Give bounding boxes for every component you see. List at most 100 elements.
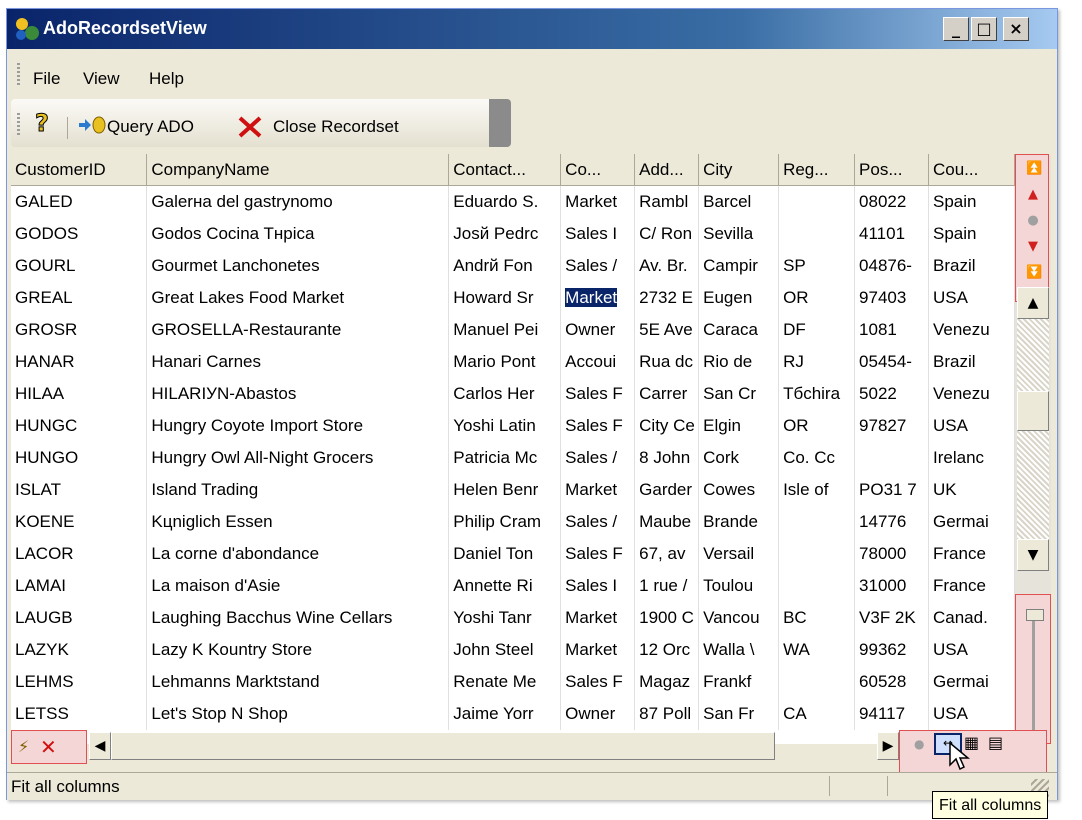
- table-cell[interactable]: PO31 7: [854, 474, 929, 506]
- recordset-grid[interactable]: CustomerID CompanyName Contact... Co... Add.…: [11, 154, 1015, 744]
- table-cell[interactable]: Garder: [634, 474, 700, 506]
- table-cell[interactable]: HILARIУN-Abastos: [146, 378, 450, 410]
- table-cell[interactable]: Great Lakes Food Market: [146, 282, 450, 314]
- table-cell[interactable]: Carlos Her: [448, 378, 562, 410]
- table-cell[interactable]: Annette Ri: [448, 570, 562, 602]
- scroll-right-button[interactable]: ▶: [877, 732, 899, 760]
- query-ado-button[interactable]: Query ADO: [107, 117, 194, 137]
- next-page-icon[interactable]: ▼: [1026, 239, 1040, 254]
- table-cell[interactable]: 05454-: [854, 346, 929, 378]
- scroll-thumb[interactable]: [1017, 391, 1049, 431]
- question-mark-icon[interactable]: ?: [33, 109, 53, 137]
- table-row[interactable]: HUNGO Hungry Owl All-Night Grocers Patrici…: [11, 442, 1015, 474]
- table-row[interactable]: GODOS Godos Cocina Tнpica Josй Pedrc Sales …: [11, 218, 1015, 250]
- table-cell[interactable]: La maison d'Asie: [146, 570, 450, 602]
- table-cell[interactable]: Hungry Owl All-Night Grocers: [146, 442, 450, 474]
- table-cell[interactable]: GOURL: [11, 250, 148, 282]
- column-header[interactable]: Co...: [560, 154, 636, 186]
- row-height-slider-panel[interactable]: [1015, 594, 1051, 744]
- table-cell[interactable]: V3F 2K: [854, 602, 929, 634]
- table-cell[interactable]: LAMAI: [11, 570, 148, 602]
- table-cell[interactable]: Let's Stop N Shop: [146, 698, 450, 730]
- table-cell[interactable]: HUNGC: [11, 410, 148, 442]
- table-cell[interactable]: 8 John: [634, 442, 700, 474]
- table-cell[interactable]: GREAL: [11, 282, 148, 314]
- column-header[interactable]: CompanyName: [146, 154, 450, 186]
- table-cell[interactable]: Sevilla: [698, 218, 780, 250]
- scroll-left-button[interactable]: ◀: [89, 732, 111, 760]
- table-cell[interactable]: Patricia Mc: [448, 442, 562, 474]
- slider-thumb[interactable]: [1026, 609, 1044, 621]
- table-cell[interactable]: LEHMS: [11, 666, 148, 698]
- table-cell[interactable]: Rambl: [634, 185, 700, 218]
- table-cell[interactable]: [778, 538, 856, 570]
- table-cell[interactable]: La corne d'abondance: [146, 538, 450, 570]
- table-cell[interactable]: San Fr: [698, 698, 780, 730]
- table-cell[interactable]: Helen Benr: [448, 474, 562, 506]
- table-cell[interactable]: Daniel Ton: [448, 538, 562, 570]
- table-cell[interactable]: Hungry Coyote Import Store: [146, 410, 450, 442]
- table-cell[interactable]: Andrй Fon: [448, 250, 562, 282]
- table-cell[interactable]: Tбchira: [778, 378, 856, 410]
- mini-query-icon[interactable]: ⚡: [18, 737, 29, 756]
- table-cell[interactable]: Isle of: [778, 474, 856, 506]
- table-cell[interactable]: 1900 C: [634, 602, 700, 634]
- table-cell[interactable]: Josй Pedrc: [448, 218, 562, 250]
- table-cell[interactable]: LACOR: [11, 538, 148, 570]
- table-cell[interactable]: [778, 185, 856, 218]
- table-cell[interactable]: OR: [778, 410, 856, 442]
- table-cell[interactable]: 97827: [854, 410, 929, 442]
- table-cell[interactable]: Manuel Pei: [448, 314, 562, 346]
- table-cell[interactable]: Brazil: [928, 250, 1015, 282]
- table-cell[interactable]: Versail: [698, 538, 780, 570]
- table-cell[interactable]: LETSS: [11, 698, 148, 730]
- column-header[interactable]: Reg...: [778, 154, 856, 186]
- table-cell[interactable]: Sales F: [560, 666, 636, 698]
- table-cell[interactable]: Eugen: [698, 282, 780, 314]
- table-cell[interactable]: Sales I: [560, 570, 636, 602]
- table-cell[interactable]: Yoshi Tanr: [448, 602, 562, 634]
- table-row[interactable]: LAMAI La maison d'Asie Annette Ri Sales I 1 …: [11, 570, 1015, 602]
- previous-page-icon[interactable]: ▲: [1026, 187, 1040, 202]
- scroll-down-button[interactable]: ▼: [1017, 539, 1049, 571]
- table-cell[interactable]: UK: [928, 474, 1015, 506]
- table-cell[interactable]: [778, 218, 856, 250]
- table-cell[interactable]: Galerна del gastrynomo: [146, 185, 450, 218]
- table-cell[interactable]: 41101: [854, 218, 929, 250]
- table-cell[interactable]: City Ce: [634, 410, 700, 442]
- table-row[interactable]: GROSR GROSELLA-Restaurante Manuel Pei Owner…: [11, 314, 1015, 346]
- table-row[interactable]: ISLAT Island Trading Helen Benr Market Garde…: [11, 474, 1015, 506]
- table-row[interactable]: LAZYK Lazy K Kountry Store John Steel Marke…: [11, 634, 1015, 666]
- table-cell[interactable]: France: [928, 538, 1015, 570]
- table-cell[interactable]: HILAA: [11, 378, 148, 410]
- table-cell[interactable]: [778, 506, 856, 538]
- table-cell[interactable]: Maube: [634, 506, 700, 538]
- table-cell[interactable]: Canad.: [928, 602, 1015, 634]
- table-cell[interactable]: Owner: [560, 314, 636, 346]
- table-cell[interactable]: 12 Orc: [634, 634, 700, 666]
- menu-view[interactable]: View: [83, 69, 120, 89]
- table-cell[interactable]: 5022: [854, 378, 929, 410]
- fit-data-icon[interactable]: ▤: [988, 733, 1003, 752]
- table-cell[interactable]: John Steel: [448, 634, 562, 666]
- table-row[interactable]: GALED Galerна del gastrynomo Eduardo S. Mar…: [11, 185, 1015, 218]
- table-cell[interactable]: GODOS: [11, 218, 148, 250]
- table-row[interactable]: HILAA HILARIУN-Abastos Carlos Her Sales F Ca…: [11, 378, 1015, 410]
- table-cell[interactable]: 1081: [854, 314, 929, 346]
- table-cell[interactable]: Brande: [698, 506, 780, 538]
- table-cell[interactable]: Jaime Yorr: [448, 698, 562, 730]
- table-cell[interactable]: Sales I: [560, 218, 636, 250]
- table-cell[interactable]: USA: [928, 698, 1015, 730]
- table-cell[interactable]: 2732 E: [634, 282, 700, 314]
- table-cell[interactable]: Magaz: [634, 666, 700, 698]
- table-cell[interactable]: Market: [560, 634, 636, 666]
- table-cell[interactable]: CA: [778, 698, 856, 730]
- horizontal-scroll-thumb[interactable]: [111, 732, 775, 760]
- maximize-button[interactable]: □: [971, 17, 997, 41]
- table-cell[interactable]: Sales F: [560, 410, 636, 442]
- table-cell[interactable]: ISLAT: [11, 474, 148, 506]
- table-cell[interactable]: Eduardo S.: [448, 185, 562, 218]
- table-row[interactable]: KOENE Kцniglich Essen Philip Cram Sales / Ma…: [11, 506, 1015, 538]
- table-cell[interactable]: Sales /: [560, 506, 636, 538]
- table-cell[interactable]: Market: [560, 602, 636, 634]
